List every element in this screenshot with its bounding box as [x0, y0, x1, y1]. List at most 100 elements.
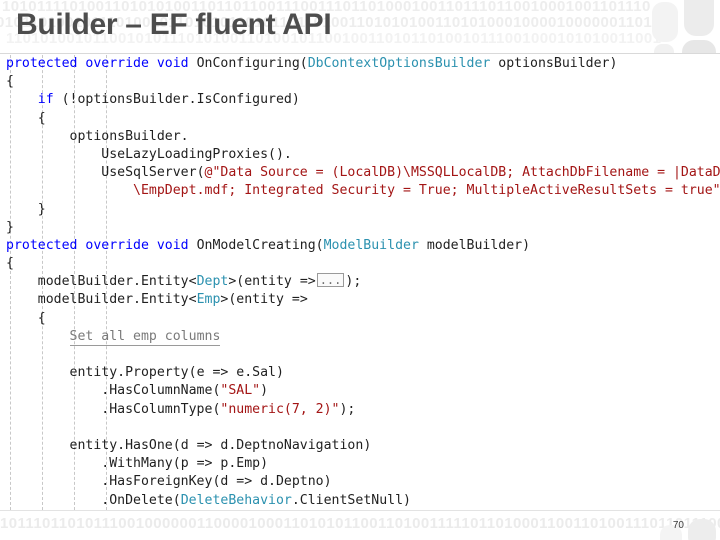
- collapsed-region-box[interactable]: ...: [316, 273, 345, 288]
- code-token-kw: if: [37, 92, 62, 108]
- code-token-pun: ): [260, 456, 269, 472]
- decorative-rounded-shape-2: [652, 2, 678, 42]
- code-line: {: [6, 110, 720, 128]
- code-line: if (!optionsBuilder.IsConfigured): [6, 91, 720, 109]
- code-token-pun: ): [291, 92, 300, 108]
- footer-decor-shape-1: [688, 519, 716, 540]
- code-token-pun: (: [188, 365, 197, 381]
- code-token-id: d => d.DeptnoNavigation: [180, 437, 364, 453]
- code-token-pun: =>: [299, 274, 316, 290]
- code-token-kw: protected override void: [6, 237, 197, 253]
- footer-binary-texture: 1011101101011100100000011000010001101010…: [0, 515, 720, 532]
- code-token-pun: (: [196, 165, 205, 181]
- code-token-id: .OnDelete: [101, 492, 173, 508]
- code-block: protected override void OnConfiguring(Db…: [0, 55, 720, 510]
- code-token-pun: (: [172, 492, 181, 508]
- code-token-pun: <: [188, 274, 197, 290]
- code-token-pun: (: [315, 237, 324, 253]
- code-token-id: .HasColumnName: [101, 383, 213, 399]
- code-token-id: entity.HasOne: [69, 437, 173, 453]
- code-token-str: @"Data Source = (LocalDB)\MSSQLLocalDB; …: [204, 165, 720, 181]
- code-token-pun: (!: [61, 92, 78, 108]
- code-line: {: [6, 255, 720, 273]
- code-token-pun: >(: [228, 274, 245, 290]
- code-line: {: [6, 73, 720, 91]
- code-token-pun: =>: [291, 292, 308, 308]
- code-token-id: OnConfiguring: [196, 56, 300, 71]
- code-token-id: modelBuilder.Entity: [37, 274, 189, 290]
- code-line: .HasColumnType("numeric(7, 2)");: [6, 401, 720, 419]
- code-line: modelBuilder.Entity<Dept>(entity =>...);: [6, 273, 720, 291]
- code-token-pun: ): [323, 474, 332, 490]
- decorative-rounded-shape-1: [684, 0, 714, 36]
- code-token-pun: {: [37, 110, 46, 126]
- code-line: optionsBuilder.: [6, 128, 720, 146]
- code-token-id: entity.Property: [69, 365, 189, 381]
- code-token-id: d => d.Deptno: [220, 474, 324, 490]
- code-token-pun: ().: [268, 146, 292, 162]
- code-line: }: [6, 201, 720, 219]
- code-token-pun: (: [172, 437, 181, 453]
- code-token-id: entity: [244, 274, 300, 290]
- code-line: entity.Property(e => e.Sal): [6, 364, 720, 382]
- code-line: Set all emp columns: [6, 328, 720, 346]
- code-listing-panel: protected override void OnConfiguring(Db…: [0, 55, 720, 510]
- code-token-str: "numeric(7, 2)": [220, 401, 340, 417]
- code-token-pun: >(: [220, 292, 237, 308]
- code-line: .WithMany(p => p.Emp): [6, 455, 720, 473]
- code-token-kw: protected override void: [6, 56, 197, 71]
- code-line: .HasColumnName("SAL"): [6, 382, 720, 400]
- code-token-typ: DeleteBehavior: [180, 492, 292, 508]
- code-token-typ: DbContextOptionsBuilder: [307, 56, 491, 71]
- code-line: UseLazyLoadingProxies().: [6, 146, 720, 164]
- code-token-pun: }: [37, 201, 46, 217]
- code-token-id: e => e.Sal: [196, 365, 276, 381]
- slide-footer: 1011101101011100100000011000010001101010…: [0, 510, 720, 540]
- code-line: }: [6, 219, 720, 237]
- code-token-id: entity: [236, 292, 292, 308]
- code-token-id: .HasForeignKey: [101, 474, 213, 490]
- code-token-pun: <: [188, 292, 197, 308]
- code-token-pun: ): [609, 56, 618, 71]
- header-divider: [0, 53, 720, 54]
- code-line: .OnDelete(DeleteBehavior.ClientSetNull): [6, 492, 720, 510]
- code-line: UseSqlServer(@"Data Source = (LocalDB)\M…: [6, 164, 720, 182]
- decorative-rounded-shape-3: [682, 40, 716, 54]
- code-token-typ: ModelBuilder: [323, 237, 419, 253]
- code-token-pun: (: [172, 456, 181, 472]
- code-token-id: optionsBuilder: [490, 56, 610, 71]
- code-token-id: p => p.Emp: [180, 456, 261, 472]
- code-token-pun: }: [6, 219, 14, 235]
- code-token-id: OnModelCreating: [196, 237, 316, 253]
- code-token-pun: {: [6, 74, 14, 90]
- collapsed-region-label[interactable]: Set all emp columns: [69, 328, 221, 346]
- page-number: 70: [672, 520, 684, 531]
- code-token-id: .ClientSetNull: [291, 492, 404, 508]
- code-line: {: [6, 310, 720, 328]
- code-line: entity.HasOne(d => d.DeptnoNavigation): [6, 437, 720, 455]
- code-token-str: "SAL": [220, 383, 261, 399]
- code-line: modelBuilder.Entity<Emp>(entity =>: [6, 291, 720, 309]
- code-token-pun: (: [299, 56, 308, 71]
- page-title: Builder – EF fluent API: [16, 8, 332, 41]
